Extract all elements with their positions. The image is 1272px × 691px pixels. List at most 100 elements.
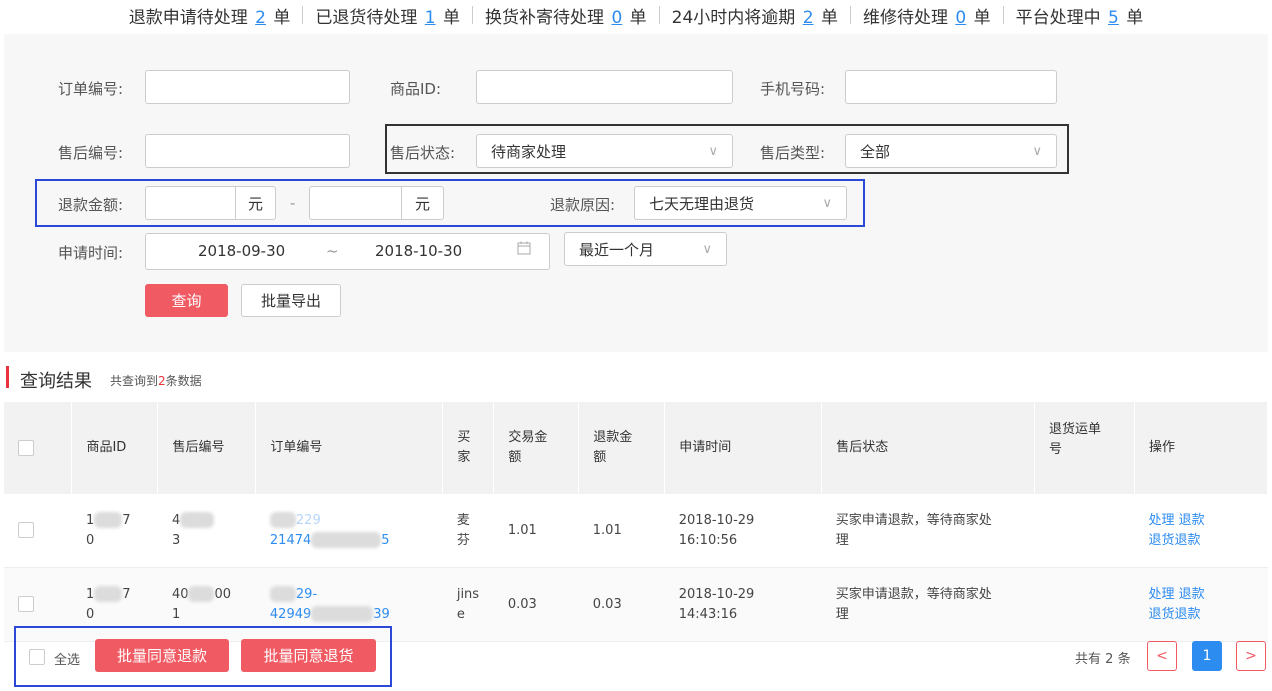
order-no-link[interactable]: 229: [296, 513, 321, 528]
return-refund-link[interactable]: 退货退款: [1148, 533, 1200, 548]
masked-text: [269, 512, 296, 528]
cell-order-no[interactable]: 229 21474 5: [255, 494, 443, 568]
stat-count-link[interactable]: 5: [1108, 8, 1119, 28]
aftersale-status-label: 售后状态:: [390, 144, 456, 162]
total-count: 2: [1105, 652, 1114, 667]
header-order-no: 订单编号: [255, 402, 444, 494]
pid-mid: 7: [122, 512, 131, 528]
stat-label: 退款申请待处理: [128, 7, 248, 28]
pagination-total: 共有 2 条: [1075, 648, 1131, 667]
refund-amount-max-input[interactable]: [309, 186, 402, 220]
stat-count-link[interactable]: 2: [803, 8, 814, 28]
stat-unit: 单: [820, 7, 838, 28]
refund-link[interactable]: 退款: [1179, 587, 1205, 602]
chevron-down-icon: ∨: [708, 143, 718, 159]
stat-count-link[interactable]: 0: [611, 8, 622, 28]
asn-end: 3: [171, 532, 181, 548]
asn-end: 1: [171, 606, 181, 622]
calendar-icon[interactable]: [516, 240, 532, 260]
batch-refund-button[interactable]: 批量同意退款: [95, 639, 229, 672]
row-checkbox[interactable]: [18, 596, 34, 612]
product-id-input[interactable]: [476, 70, 733, 104]
header-refund-line1: 退款金: [593, 430, 633, 445]
aftersale-no-input[interactable]: [145, 134, 350, 168]
status-line2: 理: [835, 532, 849, 548]
buyer-line1: 麦: [456, 512, 470, 528]
product-id-label: 商品ID:: [390, 80, 442, 98]
pid-end: 0: [85, 532, 95, 548]
date-end: 2018-10-30: [375, 242, 463, 260]
total-suffix: 条: [1117, 652, 1131, 667]
stat-label: 平台处理中: [1015, 7, 1101, 28]
order-no-link[interactable]: 5: [381, 533, 389, 548]
aftersale-type-label: 售后类型:: [760, 144, 826, 162]
stat-unit: 单: [273, 7, 291, 28]
cell-apply-time: 2018-10-29 14:43:16: [664, 567, 822, 642]
prev-page-button[interactable]: <: [1147, 641, 1177, 671]
stat-refund-pending: 退款申请待处理 2 单: [117, 3, 303, 28]
phone-input[interactable]: [845, 70, 1057, 104]
stat-label: 换货补寄待处理: [485, 7, 605, 28]
order-no-link[interactable]: 21474: [270, 533, 311, 548]
header-refund-line2: 额: [593, 450, 607, 465]
header-checkbox-cell: [4, 402, 73, 494]
header-tracking-line2: 号: [1049, 442, 1063, 457]
time-range-select[interactable]: 最近一个月 ∨: [564, 232, 727, 266]
apply-date: 2018-10-29: [678, 512, 755, 528]
stat-repair-pending: 维修待处理 0 单: [851, 3, 1003, 28]
order-no-link[interactable]: 42949: [270, 607, 311, 622]
select-all-checkbox-header[interactable]: [18, 439, 34, 456]
select-all-label[interactable]: 全选: [54, 649, 80, 668]
process-link[interactable]: 处理: [1148, 587, 1174, 602]
cell-refund-amount: 1.01: [578, 494, 665, 568]
header-tracking-no: 退货运单号: [1034, 402, 1135, 494]
next-page-button[interactable]: >: [1236, 641, 1266, 671]
stat-unit: 单: [1126, 7, 1144, 28]
order-no-input[interactable]: [145, 70, 350, 104]
apply-clock: 14:43:16: [678, 606, 738, 622]
asn-start: 40: [171, 586, 189, 602]
stat-label: 24小时内将逾期: [671, 7, 796, 28]
buyer-line2: 芬: [456, 532, 470, 548]
refund-amount-min-input[interactable]: [145, 186, 236, 220]
refund-link[interactable]: 退款: [1179, 513, 1205, 528]
export-button[interactable]: 批量导出: [241, 284, 341, 317]
masked-text: [269, 586, 296, 602]
date-tilde: ~: [326, 242, 339, 260]
masked-text: [311, 606, 374, 622]
process-link[interactable]: 处理: [1148, 513, 1174, 528]
order-no-link[interactable]: 39: [373, 607, 390, 622]
cell-aftersale-no: 43: [157, 494, 256, 568]
refund-amount-label: 退款金额:: [58, 196, 124, 214]
aftersale-no-label: 售后编号:: [58, 144, 124, 162]
query-button[interactable]: 查询: [145, 284, 228, 317]
refund-reason-value: 七天无理由退货: [649, 194, 755, 213]
range-dash: -: [290, 194, 296, 212]
stat-count-link[interactable]: 0: [955, 8, 966, 28]
stat-label: 已退货待处理: [315, 7, 418, 28]
masked-text: [311, 532, 382, 548]
cell-product-id: 1 7 0: [71, 494, 158, 568]
refund-reason-select[interactable]: 七天无理由退货 ∨: [634, 186, 847, 220]
stat-count-link[interactable]: 1: [425, 8, 436, 28]
return-refund-link[interactable]: 退货退款: [1148, 607, 1200, 622]
stat-count-link[interactable]: 2: [255, 8, 266, 28]
order-no-link[interactable]: 29-: [296, 587, 317, 602]
header-tracking-line1: 退货运单: [1049, 422, 1102, 437]
header-status: 售后状态: [821, 402, 1036, 494]
header-action: 操作: [1134, 402, 1269, 494]
stats-bar: 退款申请待处理 2 单 已退货待处理 1 单 换货补寄待处理 0 单 24小时内…: [0, 0, 1272, 30]
asn-start: 4: [171, 512, 181, 528]
results-count-prefix: 共查询到: [110, 374, 159, 388]
stat-platform-processing: 平台处理中 5 单: [1004, 3, 1156, 28]
select-all-checkbox[interactable]: [29, 649, 45, 665]
aftersale-type-select[interactable]: 全部 ∨: [845, 134, 1057, 168]
batch-return-button[interactable]: 批量同意退货: [241, 639, 376, 672]
chevron-down-icon: ∨: [822, 195, 832, 211]
aftersale-status-value: 待商家处理: [491, 142, 567, 161]
apply-clock: 16:10:56: [678, 532, 738, 548]
row-checkbox[interactable]: [18, 522, 34, 538]
page-1-button[interactable]: 1: [1192, 641, 1222, 671]
aftersale-status-select[interactable]: 待商家处理 ∨: [476, 134, 733, 168]
cell-trade-amount: 1.01: [493, 494, 579, 568]
